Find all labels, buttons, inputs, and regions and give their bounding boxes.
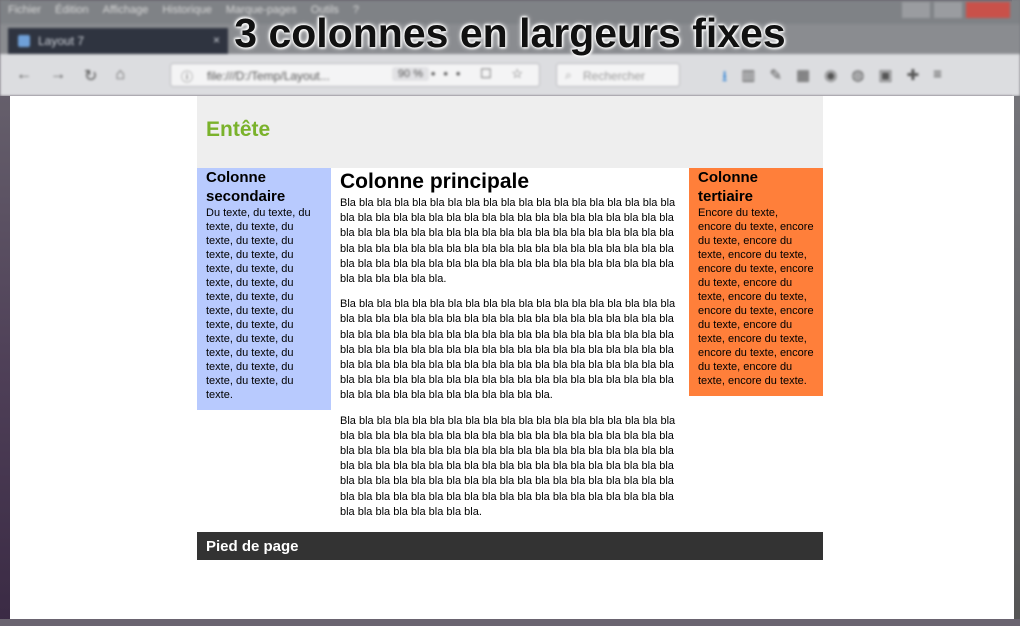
footer-text: Pied de page	[206, 538, 299, 556]
main-column: Colonne principale Bla bla bla bla bla b…	[331, 168, 689, 530]
main-column-title: Colonne principale	[340, 170, 530, 193]
addon-icon[interactable]: ◉	[824, 66, 837, 91]
home-icon[interactable]: ⌂	[115, 66, 125, 86]
eyedropper-icon[interactable]: ✎	[769, 66, 782, 91]
main-paragraph: Bla bla bla bla bla bla bla bla bla bla …	[340, 298, 676, 402]
navigation-toolbar: ← → ↻ ⌂ ⓘ file:///D:/Temp/Layout... 90 %…	[0, 54, 1020, 96]
columns: Colonne secondaire Du texte, du texte, d…	[197, 168, 823, 530]
sidebar-icon[interactable]: ▣	[878, 66, 892, 91]
paint-icon[interactable]: ◍	[851, 66, 864, 91]
page-actions-icon[interactable]: ••• ☐ ☆	[431, 66, 531, 82]
back-icon[interactable]: ←	[16, 66, 32, 86]
tertiary-column-text: Encore du texte, encore du texte, encore…	[698, 207, 814, 387]
search-icon: ⌕	[565, 68, 572, 82]
page-viewport: Entête Colonne secondaire Du texte, du t…	[10, 96, 1014, 619]
extension-icon[interactable]: ✚	[907, 66, 920, 91]
window-frame-bottom	[0, 619, 1020, 626]
secondary-column: Colonne secondaire Du texte, du texte, d…	[197, 168, 331, 410]
secondary-column-title: Colonne secondaire	[206, 169, 286, 205]
url-bar[interactable]: ⓘ file:///D:/Temp/Layout... 90 % ••• ☐ ☆	[170, 63, 540, 87]
menu-icon[interactable]: ≡	[933, 66, 942, 91]
page-footer: Pied de page	[197, 532, 823, 561]
download-icon[interactable]: ⭳	[722, 66, 727, 91]
info-icon[interactable]: ⓘ	[181, 68, 193, 85]
main-paragraph: Bla bla bla bla bla bla bla bla bla bla …	[340, 197, 676, 286]
forward-icon[interactable]: →	[50, 66, 66, 86]
search-input[interactable]: ⌕ Rechercher	[556, 63, 680, 87]
page-header: Entête	[197, 96, 823, 168]
tertiary-column-title: Colonne tertiaire	[698, 169, 758, 205]
tertiary-column: Colonne tertiaire Encore du texte, encor…	[689, 168, 823, 396]
secondary-column-text: Du texte, du texte, du texte, du texte, …	[206, 207, 311, 401]
search-placeholder: Rechercher	[583, 69, 646, 83]
overlay-title: 3 colonnes en largeurs fixes	[234, 10, 786, 56]
main-paragraph: Bla bla bla bla bla bla bla bla bla bla …	[340, 414, 676, 518]
header-title: Entête	[206, 118, 271, 141]
zoom-level[interactable]: 90 %	[391, 67, 429, 81]
screenshot-icon[interactable]: ▦	[796, 66, 810, 91]
url-text: file:///D:/Temp/Layout...	[207, 69, 330, 83]
site-container: Entête Colonne secondaire Du texte, du t…	[197, 96, 823, 561]
library-icon[interactable]: ▥	[741, 66, 755, 91]
reload-icon[interactable]: ↻	[84, 66, 97, 86]
